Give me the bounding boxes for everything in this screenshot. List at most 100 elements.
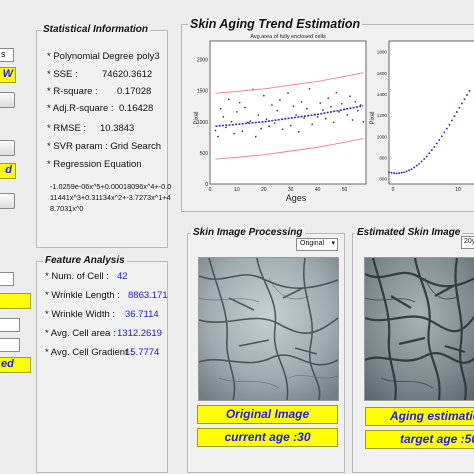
target-age-box: target age :50 xyxy=(365,430,474,449)
estimated-skin-image xyxy=(364,257,474,401)
trend-point xyxy=(468,89,471,92)
scatter-point xyxy=(297,130,300,133)
scatter-point xyxy=(238,101,241,104)
trend-point xyxy=(453,115,456,118)
scatter-point xyxy=(311,123,314,126)
cell-gradient-label: * Avg. Cell Gradient : xyxy=(45,347,134,358)
trend-point xyxy=(433,145,436,148)
trend-title: Skin Aging Trend Estimation xyxy=(188,17,363,31)
left-button-2[interactable] xyxy=(0,140,15,156)
scatter-point xyxy=(354,101,357,103)
scatter-point xyxy=(257,114,260,116)
scatter-point xyxy=(351,119,354,121)
line-y-ticks: 1800 1600 1400 1200 1000 800 600 xyxy=(377,50,388,182)
trend-point xyxy=(423,157,426,160)
line-y-tick-label: 1800 xyxy=(377,50,388,55)
left-button-3[interactable] xyxy=(0,193,15,209)
svr-param-label: * SVR param : Grid Search xyxy=(47,141,162,152)
sse-label: * SSE : xyxy=(47,69,78,80)
original-image-label: Original Image xyxy=(225,407,310,421)
scatter-point xyxy=(324,117,327,120)
scatter-point xyxy=(265,118,268,121)
aging-estimation-label-box: Aging estimation xyxy=(365,407,474,426)
scatter-point xyxy=(340,102,343,105)
scatter-point xyxy=(273,122,276,124)
skin-processing-title: Skin Image Processing xyxy=(191,227,305,238)
scatter-x-tick-label: 40 xyxy=(315,187,321,193)
wrinkle-length-value: 8863.171 xyxy=(128,290,168,301)
left-yellow-box-2-text: d xyxy=(5,164,12,176)
equation-line-3: 8.7031x^0 xyxy=(50,204,84,213)
sse-value: 74620.3612 xyxy=(102,69,153,80)
left-input-2[interactable] xyxy=(0,318,20,332)
left-input-1[interactable] xyxy=(0,272,14,286)
scatter-point xyxy=(292,105,295,108)
estimation-years-value: 20y xyxy=(464,238,474,245)
left-yellow-box-4 xyxy=(0,293,31,309)
trend-point xyxy=(463,98,466,101)
scatter-x-ticks: 0 10 20 30 40 50 xyxy=(209,187,348,193)
line-y-tick-label: 1000 xyxy=(377,134,388,139)
original-skin-image xyxy=(198,257,339,401)
trend-point xyxy=(460,102,463,105)
left-input-3[interactable] xyxy=(0,338,20,352)
line-y-tick-label: 1400 xyxy=(377,92,388,97)
scatter-point xyxy=(335,91,338,94)
line-x-tick-label: 0 xyxy=(392,187,395,193)
line-ylabel: Pixel xyxy=(370,111,376,124)
scatter-point xyxy=(332,121,335,124)
scatter-point xyxy=(289,124,292,127)
estimated-skin-title: Estimated Skin Image xyxy=(355,227,463,238)
left-yellow-box-1: W xyxy=(0,67,16,83)
regression-equation-label: * Regression Equation xyxy=(47,159,142,170)
cell-area-label: * Avg. Cell area : xyxy=(45,328,116,339)
scatter-point xyxy=(295,114,297,116)
trend-point xyxy=(450,119,453,122)
trend-point xyxy=(390,171,393,174)
scatter-point xyxy=(260,127,262,130)
trend-point xyxy=(430,149,433,152)
scatter-point xyxy=(227,98,230,101)
chevron-down-icon: ▾ xyxy=(331,240,335,247)
wrinkle-width-value: 36.7114 xyxy=(125,309,159,320)
scatter-point xyxy=(219,107,222,110)
left-button-1[interactable] xyxy=(0,92,15,108)
trend-point xyxy=(420,160,423,163)
scatter-point xyxy=(362,120,365,123)
scatter-plot-title: Avg.area of fully enclosed cells xyxy=(250,34,326,40)
rsquare-label: * R-square : xyxy=(47,86,98,97)
processing-mode-dropdown[interactable]: Original ▾ xyxy=(296,238,338,251)
trend-scatter-plot: 2000150010005000 0 10 20 30 40 50 Avg.area of… xyxy=(194,34,367,203)
line-x-ticks: 0 10 xyxy=(392,187,461,193)
rmse-value: 10.3843 xyxy=(100,123,135,134)
statistical-info-title: Statistical Information xyxy=(41,24,151,35)
target-age-label: target age :50 xyxy=(400,432,474,446)
scatter-point xyxy=(236,111,238,113)
trend-point xyxy=(410,168,413,171)
trend-point xyxy=(455,111,458,113)
scatter-point xyxy=(322,109,324,111)
line-y-tick-label: 600 xyxy=(379,177,387,182)
scatter-y-tick-label: 2000 xyxy=(197,58,208,64)
num-cell-value: 42 xyxy=(117,271,128,282)
scatter-point xyxy=(254,135,257,138)
scatter-point xyxy=(330,106,332,108)
line-y-tick-label: 1200 xyxy=(377,113,388,118)
trend-line-plot: 1800 1600 1400 1200 1000 800 600 0 10 Pixel xyxy=(370,40,474,193)
scatter-x-tick-label: 0 xyxy=(209,187,212,193)
scatter-xlabel: Ages xyxy=(286,193,307,203)
scatter-point xyxy=(214,129,217,132)
cell-gradient-value: 15.7774 xyxy=(125,347,160,358)
scatter-point xyxy=(279,99,281,101)
line-y-tick-label: 800 xyxy=(379,156,387,161)
scatter-point xyxy=(249,120,252,123)
original-image-label-box: Original Image xyxy=(197,405,338,424)
estimation-years-dropdown[interactable]: 20y xyxy=(461,236,474,249)
trend-point xyxy=(443,131,446,134)
left-dropdown[interactable]: s xyxy=(0,48,14,62)
trend-point xyxy=(413,166,416,169)
left-yellow-box-2: d xyxy=(0,163,16,179)
num-cell-label: * Num. of Cell : xyxy=(45,271,109,282)
scatter-point xyxy=(230,120,233,123)
adj-rsquare-value: 0.16428 xyxy=(119,103,154,114)
